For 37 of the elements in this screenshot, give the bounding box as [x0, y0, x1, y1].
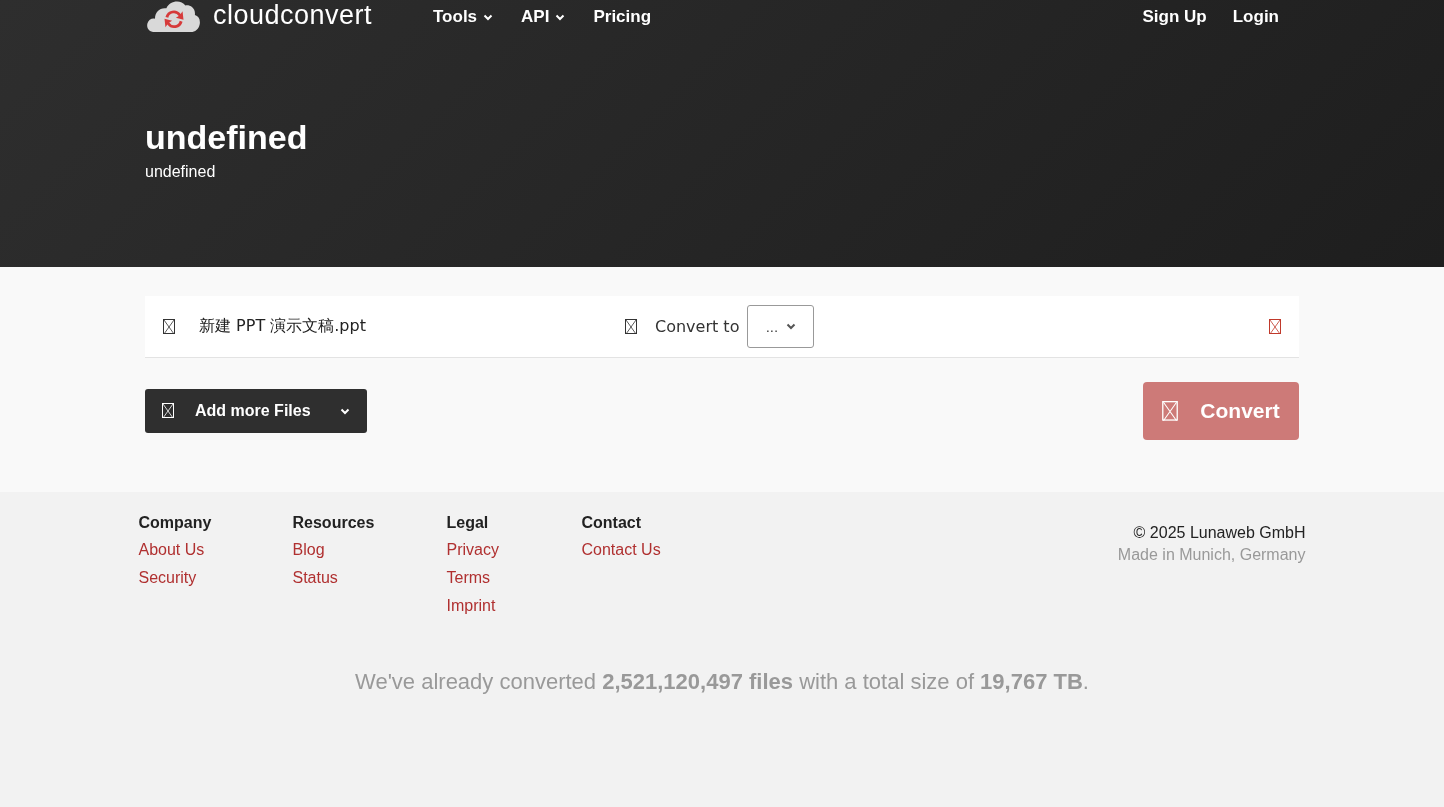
nav-link[interactable]: Pricing [593, 7, 652, 27]
page-subtitle: undefined [145, 163, 217, 181]
nav-link[interactable]: API [521, 7, 566, 27]
caret-icon [555, 13, 566, 21]
footer-link[interactable]: Terms [446, 569, 582, 587]
footer-link[interactable]: Contact Us [581, 541, 736, 559]
crossed-box-icon [1269, 318, 1281, 335]
add-files-button[interactable]: Add more Files [145, 389, 367, 433]
footer-heading: Legal [446, 514, 490, 532]
stats-sentence: We've already converted 2,521,120,497 files with a total size of 19,767 TB. [354, 669, 1090, 695]
file-name: 新建 PPT 演示文稿.ppt [199, 316, 367, 337]
footer-link[interactable]: About Us [138, 541, 293, 559]
footer-link[interactable]: Status [292, 569, 447, 587]
caret-icon [340, 407, 350, 415]
cloud-logo-icon [145, 0, 203, 34]
footer-link[interactable]: Blog [292, 541, 447, 559]
brand-name[interactable]: cloudconvert [213, 0, 373, 31]
footer-link[interactable]: Privacy [446, 541, 582, 559]
crossed-box-icon [163, 318, 175, 335]
copyright-text: © 2025 Lunaweb GmbH [1132, 524, 1306, 542]
account-link[interactable]: Sign Up [1142, 7, 1207, 27]
footer-link[interactable]: Imprint [446, 597, 582, 615]
footer-heading: Company [138, 514, 213, 532]
page-title: undefined [145, 118, 309, 157]
caret-icon [786, 323, 797, 330]
nav-link[interactable]: Tools [433, 7, 494, 27]
footer-link[interactable]: Security [138, 569, 293, 587]
footer-heading: Resources [292, 514, 376, 532]
format-select[interactable]: ... [747, 305, 815, 348]
caret-icon [483, 13, 494, 21]
location-text: Made in Munich, Germany [1117, 546, 1306, 564]
crossed-box-icon [1162, 400, 1179, 422]
crossed-box-icon [162, 403, 174, 419]
crossed-box-icon [625, 318, 637, 335]
convert-to-label: Convert to [655, 317, 740, 336]
account-link[interactable]: Login [1232, 7, 1279, 27]
footer-heading: Contact [581, 514, 643, 532]
